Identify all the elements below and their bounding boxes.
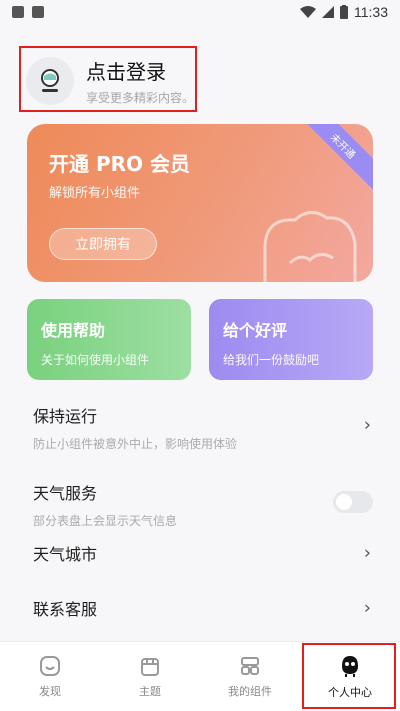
pro-membership-card[interactable]: 开通 PRO 会员 解锁所有小组件 立即拥有 未开通 (27, 124, 373, 282)
nav-discover-label: 发现 (39, 685, 61, 698)
nav-profile[interactable]: 个人中心 (300, 642, 400, 711)
chevron-right-icon: › (363, 414, 371, 436)
wifi-icon (300, 6, 316, 18)
chevron-right-icon: › (363, 542, 371, 564)
login-subtitle: 享受更多精彩内容。 (86, 91, 195, 105)
help-card[interactable]: 使用帮助 关于如何使用小组件 (27, 299, 191, 380)
nav-profile-label: 个人中心 (328, 686, 372, 699)
text-a-icon (32, 6, 44, 18)
customer-service-item[interactable]: 联系客服 › (33, 596, 375, 620)
weather-city-title: 天气城市 (33, 545, 98, 564)
rate-subtitle: 给我们一份鼓励吧 (223, 353, 320, 367)
help-subtitle: 关于如何使用小组件 (41, 353, 150, 367)
keep-running-subtitle: 防止小组件被意外中止，影响使用体验 (33, 437, 238, 451)
pro-subtitle: 解锁所有小组件 (49, 186, 141, 201)
own-now-button[interactable]: 立即拥有 (49, 228, 157, 260)
signal-icon (322, 6, 334, 18)
pro-decoration-icon (263, 211, 357, 282)
profile-face-icon (342, 656, 358, 677)
nav-widgets[interactable]: 我的组件 (200, 642, 300, 711)
battery-icon (340, 5, 348, 19)
discover-icon (40, 656, 60, 676)
customer-service-title: 联系客服 (33, 600, 98, 619)
bottom-navigation: 发现 主题 我的组件 个人中心 (0, 641, 400, 711)
keep-running-item[interactable]: 保持运行 防止小组件被意外中止，影响使用体验 › (33, 403, 375, 451)
avatar[interactable] (26, 57, 74, 105)
nav-theme[interactable]: 主题 (100, 642, 200, 711)
rate-card[interactable]: 给个好评 给我们一份鼓励吧 (209, 299, 373, 380)
login-title[interactable]: 点击登录 (86, 56, 194, 85)
pro-title: 开通 PRO 会员 (49, 152, 190, 176)
rate-title: 给个好评 (223, 321, 288, 340)
avatar-icon (41, 69, 59, 92)
theme-shop-icon (141, 658, 159, 676)
widgets-grid-icon (241, 657, 259, 675)
image-icon (12, 6, 24, 18)
weather-service-title: 天气服务 (33, 484, 98, 503)
nav-widgets-label: 我的组件 (228, 685, 272, 698)
nav-discover[interactable]: 发现 (0, 642, 100, 711)
login-entry[interactable]: 点击登录 享受更多精彩内容。 (20, 50, 196, 112)
weather-service-item: 天气服务 部分表盘上会显示天气信息 (33, 480, 375, 528)
status-bar: 11:33 (0, 0, 400, 24)
keep-running-title: 保持运行 (33, 407, 98, 426)
not-activated-ribbon: 未开通 (297, 124, 373, 192)
clock: 11:33 (354, 4, 388, 20)
weather-city-item[interactable]: 天气城市 › (33, 541, 375, 565)
chevron-right-icon: › (363, 597, 371, 619)
weather-service-subtitle: 部分表盘上会显示天气信息 (33, 514, 178, 528)
weather-service-toggle[interactable] (333, 491, 373, 513)
nav-theme-label: 主题 (139, 685, 161, 698)
help-title: 使用帮助 (41, 321, 106, 340)
